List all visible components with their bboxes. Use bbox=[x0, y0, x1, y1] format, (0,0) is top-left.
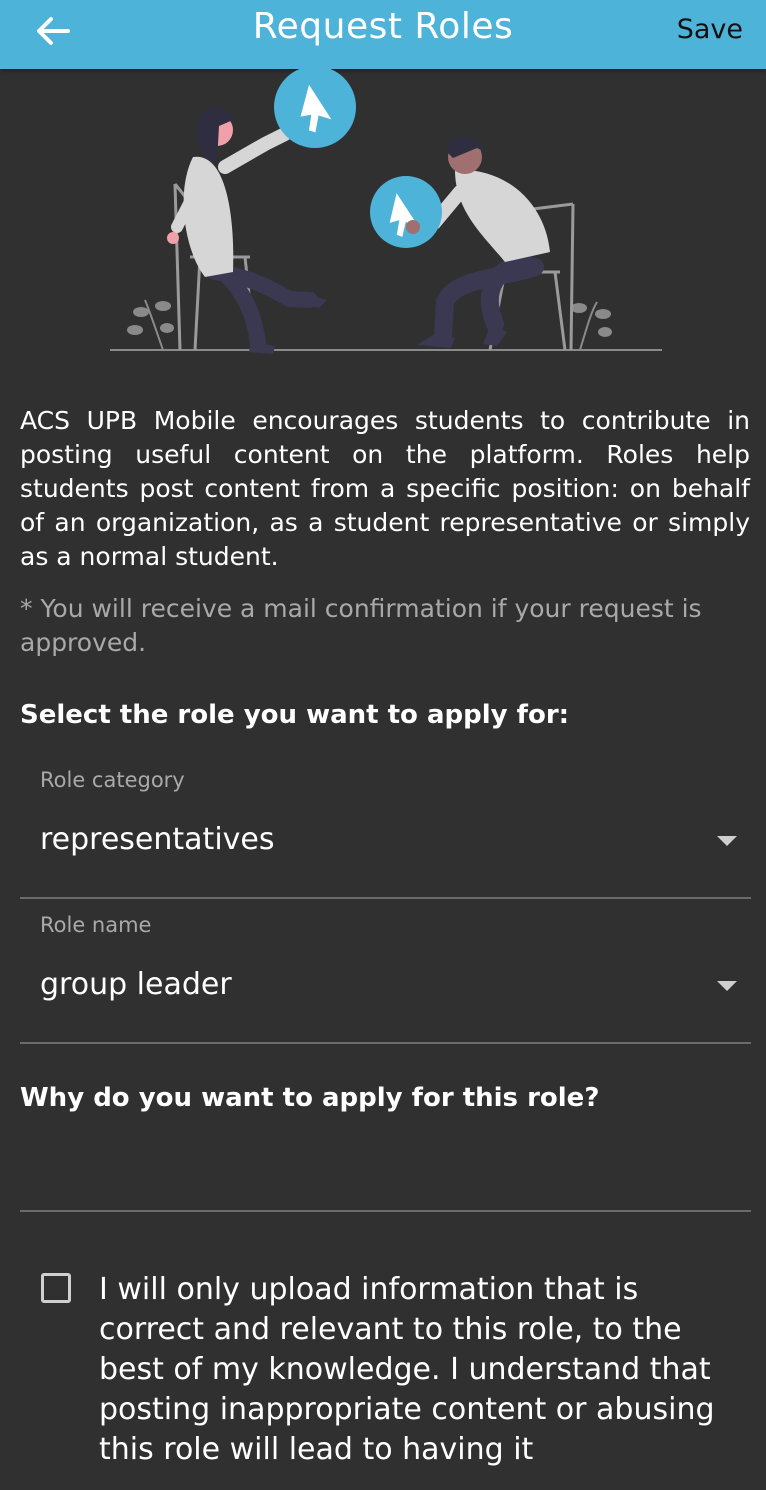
plant-left-icon bbox=[127, 299, 174, 351]
role-category-value: representatives bbox=[40, 822, 275, 857]
role-name-label: Role name bbox=[40, 913, 152, 937]
intro-text: ACS UPB Mobile encourages students to co… bbox=[20, 406, 750, 571]
reason-heading: Why do you want to apply for this role? bbox=[20, 1083, 600, 1113]
role-category-label: Role category bbox=[40, 768, 185, 792]
save-button[interactable]: Save bbox=[677, 14, 743, 45]
right-person bbox=[403, 137, 550, 348]
reason-input[interactable] bbox=[20, 1140, 751, 1212]
role-name-dropdown[interactable]: Role name group leader bbox=[20, 897, 751, 1044]
dropdown-arrow-icon bbox=[717, 836, 737, 846]
page-title: Request Roles bbox=[252, 6, 514, 47]
agreement-text: I will only upload information that is c… bbox=[99, 1272, 715, 1467]
agreement-checkbox[interactable] bbox=[41, 1273, 71, 1303]
dropdown-arrow-icon bbox=[717, 981, 737, 991]
plant-right-icon bbox=[571, 301, 612, 351]
confirmation-note: * You will receive a mail confirmation i… bbox=[20, 594, 702, 657]
role-category-dropdown[interactable]: Role category representatives bbox=[20, 752, 751, 899]
select-role-heading: Select the role you want to apply for: bbox=[20, 700, 570, 730]
collaboration-illustration bbox=[110, 66, 662, 354]
app-bar: Request Roles Save bbox=[0, 0, 766, 69]
role-name-value: group leader bbox=[40, 967, 232, 1002]
